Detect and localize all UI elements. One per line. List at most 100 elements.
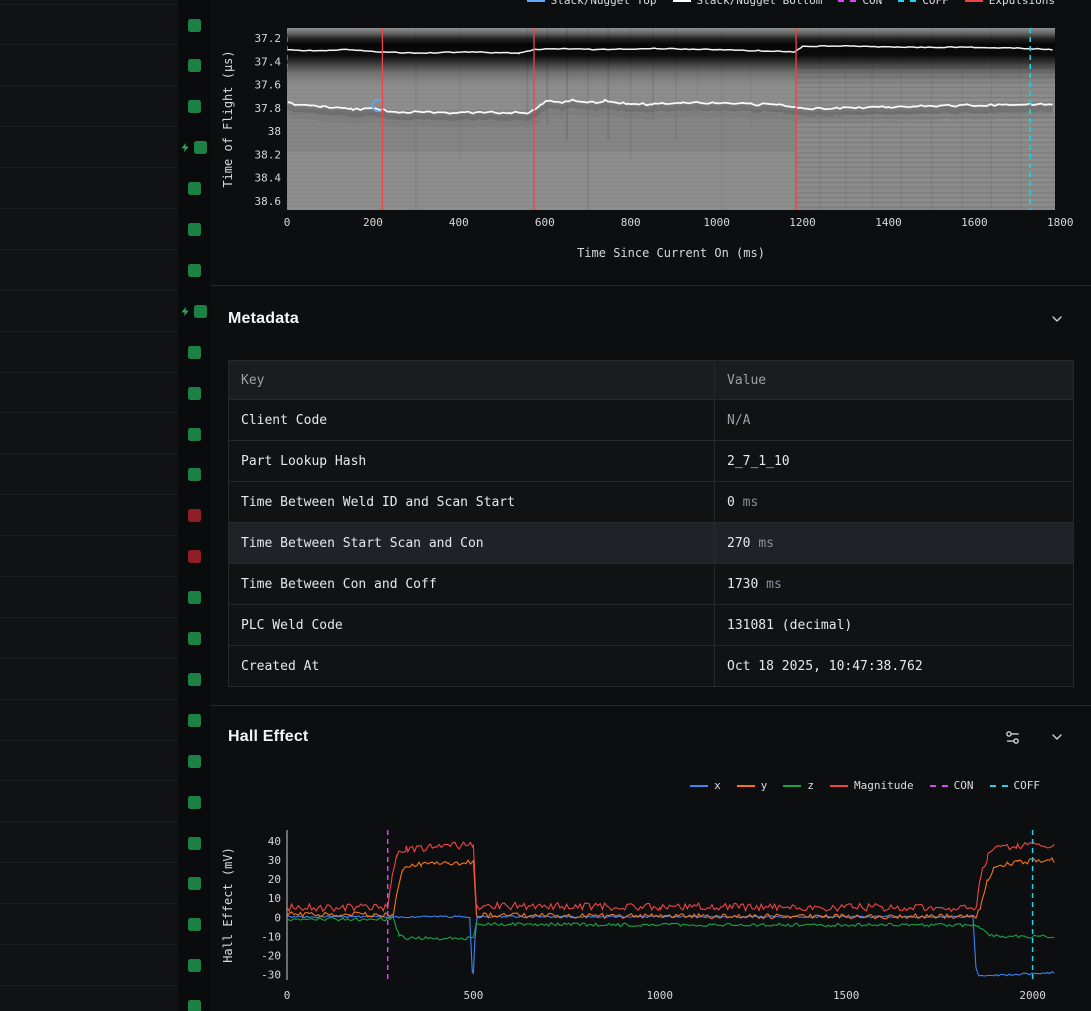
status-square-green[interactable] (194, 141, 207, 155)
legend-item-y[interactable]: y (736, 779, 767, 792)
hall-header-actions (1004, 729, 1065, 746)
sidebar-row[interactable] (0, 617, 178, 659)
legend-item-x[interactable]: x (690, 779, 721, 792)
status-square-green[interactable] (188, 223, 201, 236)
metadata-collapse-chevron-icon[interactable] (1049, 311, 1065, 327)
status-square-green[interactable] (188, 754, 201, 768)
sidebar-row[interactable] (0, 985, 178, 1011)
svg-text:37.2: 37.2 (255, 32, 282, 45)
status-square-green[interactable] (188, 959, 201, 973)
status-square-green[interactable] (188, 345, 201, 359)
legend-item-coff[interactable]: COFF (989, 779, 1041, 792)
metadata-row[interactable]: Time Between Con and Coff 1730 ms (228, 563, 1074, 605)
metadata-header-row: Key Value (228, 360, 1074, 400)
hall-effect-chart[interactable]: 40 30 20 10 0 -10 -20 -30 0 500 1000 1500 2000 Hall E… (210, 818, 1091, 1011)
metadata-header[interactable]: Metadata (228, 304, 1065, 334)
legend-label: x (714, 779, 721, 792)
status-square-green[interactable] (188, 713, 201, 727)
sidebar-row[interactable] (0, 945, 178, 986)
svg-text:0: 0 (284, 216, 291, 229)
sidebar-row[interactable] (0, 822, 178, 864)
svg-text:1800: 1800 (1047, 216, 1074, 229)
sidebar-status-column (178, 0, 210, 1011)
sidebar-row[interactable] (0, 740, 178, 782)
status-square-green[interactable] (188, 18, 201, 32)
sidebar-row[interactable] (0, 331, 178, 373)
status-square-green[interactable] (188, 836, 201, 850)
status-square-green[interactable] (188, 386, 201, 400)
status-square-green[interactable] (188, 632, 201, 645)
metadata-row[interactable]: Part Lookup Hash 2_7_1_10 (228, 440, 1074, 482)
sidebar-row[interactable] (0, 904, 178, 946)
svg-text:38.6: 38.6 (255, 195, 282, 208)
metadata-row[interactable]: PLC Weld Code 131081 (decimal) (228, 604, 1074, 646)
metadata-row[interactable]: Client Code N/A (228, 399, 1074, 441)
status-square-green[interactable] (188, 427, 201, 441)
status-square-green[interactable] (188, 672, 201, 686)
status-square-green[interactable] (188, 263, 201, 277)
metadata-key: Part Lookup Hash (228, 440, 715, 482)
hall-header[interactable]: Hall Effect (228, 722, 1065, 752)
legend-marker (736, 784, 755, 787)
metadata-row[interactable]: Time Between Weld ID and Scan Start 0 ms (228, 481, 1074, 523)
status-square-green[interactable] (194, 304, 207, 318)
sidebar-row[interactable] (0, 45, 178, 87)
metadata-row[interactable]: Created At Oct 18 2025, 10:47:38.762 (228, 645, 1074, 687)
value-unit: ms (758, 535, 774, 551)
metadata-table: Key Value Client Code N/A Part Lookup Hash 2… (228, 360, 1074, 687)
svg-text:-20: -20 (261, 949, 281, 962)
sidebar-row[interactable] (0, 863, 178, 905)
hall-settings-sliders-icon[interactable] (1004, 729, 1021, 746)
sidebar-row[interactable] (0, 454, 178, 496)
sidebar (0, 0, 210, 1011)
sidebar-row[interactable] (0, 577, 178, 618)
legend-item-con[interactable]: CON (929, 779, 974, 792)
bolt-icon (180, 306, 191, 317)
sidebar-row[interactable] (0, 699, 178, 741)
time-of-flight-chart[interactable]: 37.2 37.4 37.6 37.8 38 38.2 38.4 38.6 0 200 400 600… (210, 0, 1091, 270)
sidebar-row[interactable] (0, 209, 178, 250)
metadata-value: 2_7_1_10 (714, 440, 1074, 482)
status-square-green[interactable] (188, 182, 201, 196)
sidebar-row[interactable] (0, 168, 178, 209)
svg-text:1400: 1400 (875, 216, 902, 229)
status-square-red[interactable] (188, 550, 201, 564)
status-square-green[interactable] (188, 795, 201, 809)
sidebar-row[interactable] (0, 413, 178, 455)
status-square-green[interactable] (188, 877, 201, 891)
sidebar-row[interactable] (0, 127, 178, 169)
metadata-title: Metadata (228, 310, 299, 327)
metadata-value: 1730 ms (714, 563, 1074, 605)
hall-collapse-chevron-icon[interactable] (1049, 729, 1065, 745)
sidebar-row[interactable] (0, 658, 178, 700)
status-square-green[interactable] (188, 1000, 201, 1011)
sidebar-row[interactable] (0, 4, 178, 46)
sidebar-row[interactable] (0, 495, 178, 537)
sidebar-row[interactable] (0, 249, 178, 291)
sidebar-row[interactable] (0, 372, 178, 414)
sidebar-row[interactable] (0, 781, 178, 823)
bolt-icon (180, 142, 191, 153)
legend-item-magnitude[interactable]: Magnitude (830, 779, 914, 792)
svg-text:600: 600 (535, 216, 555, 229)
legend-label: COFF (1013, 779, 1041, 792)
status-square-green[interactable] (188, 918, 201, 932)
svg-text:1000: 1000 (647, 989, 674, 1002)
sidebar-row[interactable] (0, 86, 178, 128)
status-square-green[interactable] (188, 591, 201, 605)
svg-text:-30: -30 (261, 969, 281, 982)
status-square-green[interactable] (188, 100, 201, 114)
sidebar-row[interactable] (0, 536, 178, 578)
sidebar-row[interactable] (0, 290, 178, 332)
svg-text:1000: 1000 (703, 216, 730, 229)
status-square-green[interactable] (188, 59, 201, 73)
legend-item-z[interactable]: z (783, 779, 814, 792)
legend-marker (830, 784, 849, 787)
metadata-row[interactable]: Time Between Start Scan and Con 270 ms (228, 522, 1074, 564)
status-square-red[interactable] (188, 509, 201, 523)
svg-text:1500: 1500 (833, 989, 860, 1002)
svg-text:38.4: 38.4 (255, 172, 282, 185)
metadata-key: Created At (228, 645, 715, 687)
legend-marker (929, 784, 948, 787)
status-square-green[interactable] (188, 468, 201, 482)
